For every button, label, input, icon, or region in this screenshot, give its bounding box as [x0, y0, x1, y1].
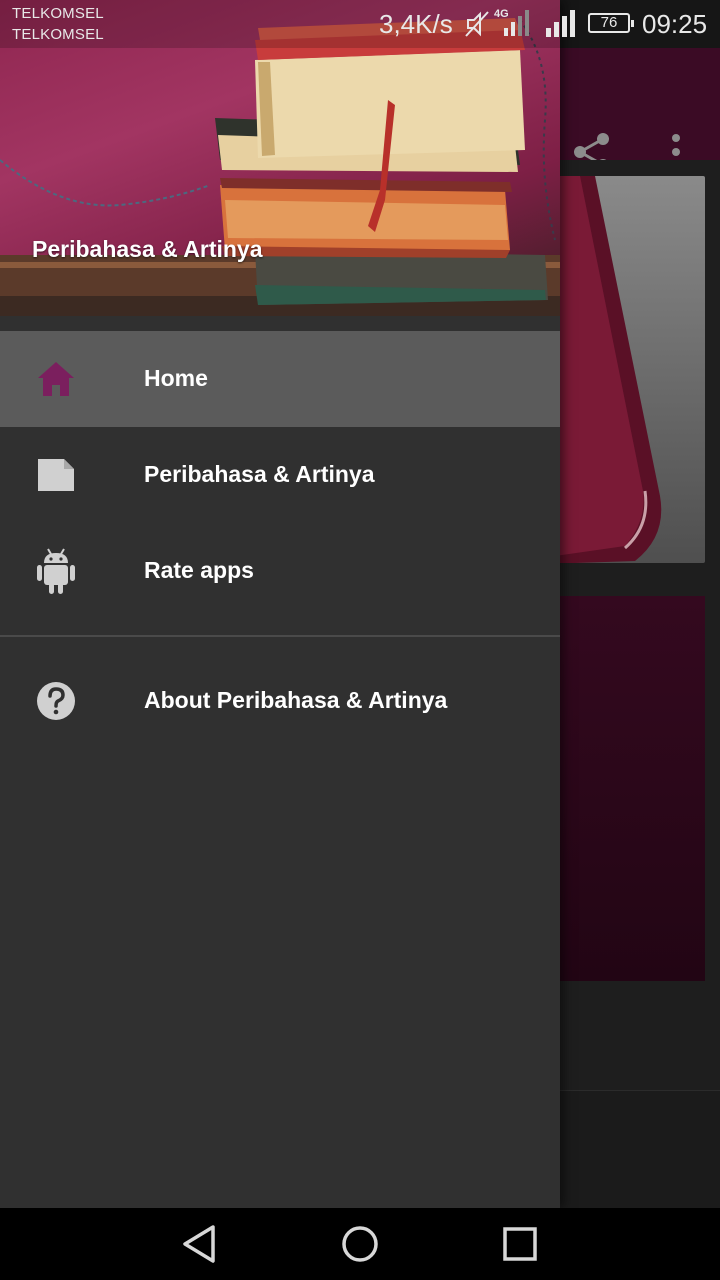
nav-item-label: Peribahasa & Artinya — [144, 461, 375, 487]
drawer-divider — [0, 635, 560, 637]
signal-4g-icon: 4G — [494, 8, 529, 36]
home-icon — [38, 362, 74, 396]
svg-text:4G: 4G — [494, 8, 509, 20]
back-icon[interactable] — [180, 1224, 220, 1264]
note-icon — [38, 459, 74, 491]
help-icon — [37, 682, 75, 720]
signal-icon — [546, 10, 575, 37]
nav-item-rate-apps[interactable]: Rate apps — [0, 523, 560, 619]
nav-item-label: Rate apps — [144, 557, 254, 583]
battery-icon: 76 — [588, 13, 634, 33]
app-card[interactable] — [555, 596, 705, 981]
android-icon — [37, 548, 75, 594]
carrier-label: TELKOMSEL — [12, 5, 104, 22]
nav-item-peribahasa[interactable]: Peribahasa & Artinya — [0, 427, 560, 523]
clock: 09:25 — [642, 9, 708, 39]
system-nav-bar — [0, 1208, 720, 1280]
recents-icon[interactable] — [500, 1224, 540, 1264]
nav-item-about[interactable]: About Peribahasa & Artinya — [0, 653, 560, 749]
app-book-image — [555, 176, 705, 563]
carrier-label: TELKOMSEL — [12, 26, 104, 43]
navigation-drawer: Peribahasa & Artinya Home Peribahasa & A… — [0, 0, 560, 1208]
status-bar: TELKOMSEL TELKOMSEL 3,4K/s 4G 76 09:25 — [0, 0, 720, 48]
nav-item-home[interactable]: Home — [0, 331, 560, 427]
home-circle-icon[interactable] — [340, 1224, 380, 1264]
drawer-header-title: Peribahasa & Artinya — [32, 236, 263, 262]
nav-item-label: About Peribahasa & Artinya — [144, 687, 448, 713]
nav-item-label: Home — [144, 365, 208, 391]
mute-icon — [465, 11, 489, 37]
network-speed: 3,4K/s — [379, 9, 453, 39]
